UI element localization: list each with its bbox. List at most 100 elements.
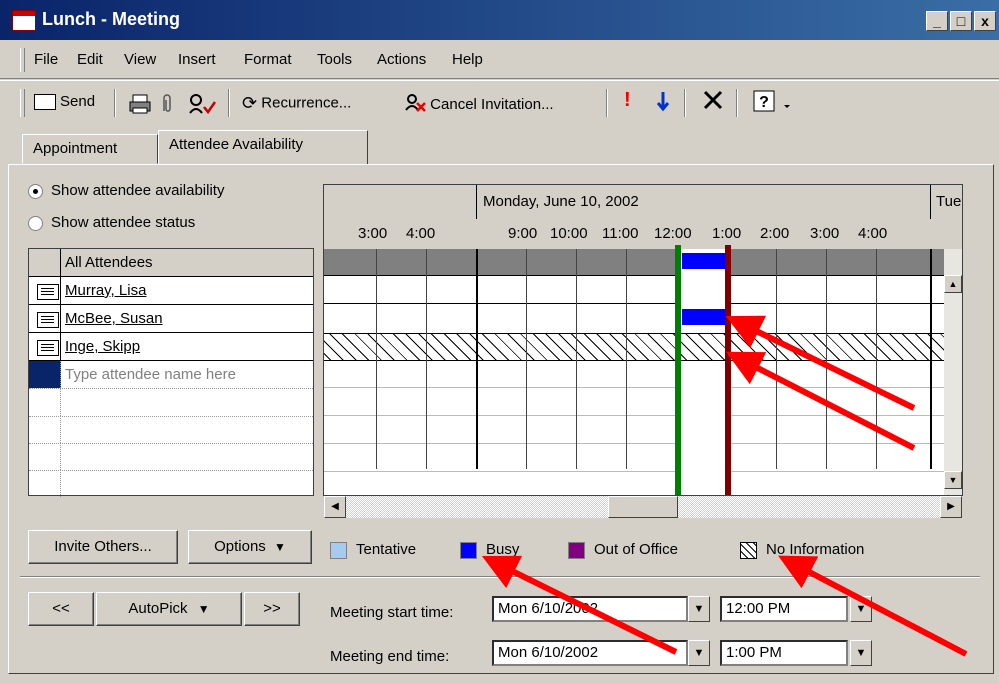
show-status-option[interactable]: Show attendee status: [28, 214, 195, 231]
busy-label: Busy: [486, 541, 520, 558]
help-icon[interactable]: ?: [752, 89, 776, 117]
recurrence-button[interactable]: ⟳ Recurrence...: [242, 93, 351, 114]
paperclip-icon[interactable]: [160, 93, 174, 119]
print-icon[interactable]: [128, 93, 152, 119]
new-attendee-row[interactable]: Type attendee name here: [29, 361, 313, 389]
recurrence-icon: ⟳: [242, 93, 258, 113]
row-line: [324, 471, 962, 472]
meeting-end-marker[interactable]: [725, 245, 731, 495]
cancel-invitation-button[interactable]: Cancel Invitation...: [404, 93, 554, 117]
start-date-field[interactable]: Mon 6/10/2002: [492, 596, 688, 622]
help-dropdown-icon[interactable]: [782, 95, 792, 113]
menu-format[interactable]: Format: [244, 51, 292, 68]
start-time-dropdown-icon[interactable]: ▼: [850, 596, 872, 622]
close-button[interactable]: x: [974, 11, 996, 31]
no-information-row: [324, 333, 962, 361]
attendee-row[interactable]: McBee, Susan: [29, 305, 313, 333]
tab-appointment[interactable]: Appointment: [22, 134, 158, 164]
envelope-icon: [34, 94, 56, 111]
toolbar-grip[interactable]: [20, 89, 25, 117]
autopick-button[interactable]: AutoPick ▼: [96, 592, 242, 626]
row-line: [324, 443, 962, 444]
tab-strip: Appointment Attendee Availability: [0, 128, 999, 168]
options-label: Options: [214, 538, 266, 555]
send-button[interactable]: Send: [34, 93, 95, 111]
importance-low-icon[interactable]: [656, 90, 670, 116]
column-line: [876, 249, 877, 469]
next-date-header: Tue: [936, 193, 962, 210]
attendee-row[interactable]: Inge, Skipp: [29, 333, 313, 361]
menu-grip[interactable]: [20, 48, 25, 72]
day-divider: [476, 185, 477, 219]
meeting-time-slot[interactable]: [680, 249, 728, 495]
header-icon-cell: [29, 249, 61, 276]
menu-bar: File Edit View Insert Format Tools Actio…: [0, 42, 999, 79]
maximize-button[interactable]: □: [950, 11, 972, 31]
empty-attendee-row[interactable]: [29, 389, 313, 417]
end-time-field[interactable]: 1:00 PM: [720, 640, 848, 666]
attendee-name[interactable]: Murray, Lisa: [65, 282, 146, 299]
day-column-line: [930, 249, 932, 469]
hour-label: 11:00: [602, 225, 639, 242]
day-divider: [930, 185, 931, 219]
delete-icon[interactable]: [702, 89, 724, 115]
attendee-name[interactable]: McBee, Susan: [65, 310, 163, 327]
meeting-start-marker[interactable]: [675, 245, 681, 495]
attendee-name-input[interactable]: Type attendee name here: [65, 366, 236, 383]
check-names-icon[interactable]: [186, 93, 217, 119]
hour-label: 2:00: [760, 225, 790, 242]
menu-tools[interactable]: Tools: [317, 51, 352, 68]
scroll-left-icon[interactable]: ◀: [324, 496, 346, 518]
new-attendee-icon-cell: [29, 361, 61, 388]
empty-attendee-row[interactable]: [29, 470, 313, 497]
empty-attendee-row[interactable]: [29, 443, 313, 471]
options-button[interactable]: Options ▼: [188, 530, 312, 564]
tab-attendee-availability[interactable]: Attendee Availability: [158, 130, 368, 164]
menu-insert[interactable]: Insert: [178, 51, 216, 68]
menu-help[interactable]: Help: [452, 51, 483, 68]
end-date-field[interactable]: Mon 6/10/2002: [492, 640, 688, 666]
horizontal-scroll-thumb[interactable]: [608, 496, 678, 518]
required-attendee-icon: [37, 340, 59, 356]
attendee-list-header: All Attendees: [29, 249, 313, 277]
free-busy-grid[interactable]: Monday, June 10, 2002 Tue 3:00 4:00 9:00…: [323, 184, 963, 496]
importance-high-icon[interactable]: !: [624, 89, 631, 112]
show-availability-option[interactable]: Show attendee availability: [28, 182, 224, 199]
menu-edit[interactable]: Edit: [77, 51, 103, 68]
column-line: [426, 249, 427, 469]
hour-label: 10:00: [550, 225, 588, 242]
attendee-row[interactable]: Murray, Lisa: [29, 277, 313, 305]
radio-unselected-icon[interactable]: [28, 215, 43, 231]
calendar-icon: [12, 10, 36, 31]
end-time-label: Meeting end time:: [330, 648, 450, 665]
autopick-previous-button[interactable]: <<: [28, 592, 94, 626]
tentative-label: Tentative: [356, 541, 417, 558]
autopick-next-button[interactable]: >>: [244, 592, 300, 626]
start-time-field[interactable]: 12:00 PM: [720, 596, 848, 622]
radio-selected-icon[interactable]: [28, 183, 43, 199]
menu-file[interactable]: File: [34, 51, 58, 68]
attendee-list: All Attendees Murray, Lisa McBee, Susan …: [28, 248, 314, 497]
end-time-dropdown-icon[interactable]: ▼: [850, 640, 872, 666]
no-information-label: No Information: [766, 541, 865, 558]
all-attendees-busy-row: [324, 249, 962, 275]
invite-others-button[interactable]: Invite Others...: [28, 530, 178, 564]
attendee-name[interactable]: Inge, Skipp: [65, 338, 140, 355]
scroll-right-icon[interactable]: ▶: [940, 496, 962, 518]
end-date-dropdown-icon[interactable]: ▼: [688, 640, 710, 666]
menu-view[interactable]: View: [124, 51, 156, 68]
no-information-slot: [680, 333, 728, 361]
minimize-button[interactable]: _: [926, 11, 948, 31]
empty-attendee-row[interactable]: [29, 416, 313, 444]
busy-swatch: [460, 541, 477, 559]
attendee-icon-cell: [29, 305, 61, 332]
scroll-down-icon[interactable]: ▼: [944, 471, 962, 489]
scroll-up-icon[interactable]: ▲: [944, 275, 962, 293]
hour-label: 3:00: [358, 225, 388, 242]
menu-actions[interactable]: Actions: [377, 51, 426, 68]
start-date-dropdown-icon[interactable]: ▼: [688, 596, 710, 622]
toolbar-separator: [606, 89, 608, 117]
legend-out-of-office: Out of Office: [568, 541, 678, 559]
autopick-label: AutoPick: [128, 600, 188, 617]
column-line: [576, 249, 577, 469]
